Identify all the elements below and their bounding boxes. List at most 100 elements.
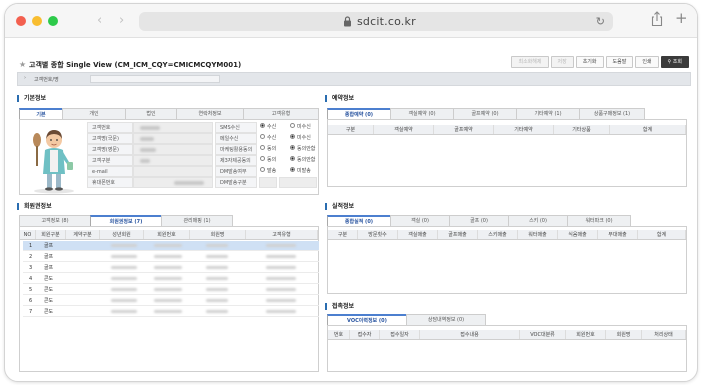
tab-personal[interactable]: 개인 — [62, 108, 126, 119]
tab-consultation-history[interactable]: 상담내역정보 (0) — [406, 314, 486, 325]
field-label: 고객명(국문) — [87, 133, 133, 144]
column-header[interactable]: 객실예약 — [374, 125, 434, 134]
tab-total-performance[interactable]: 종합실적 (0) — [327, 215, 391, 226]
tab-customer-type[interactable]: 고객유형 — [243, 108, 319, 119]
tab-customer-info[interactable]: 고객정보 (8) — [19, 215, 91, 226]
column-header[interactable]: 방문횟수 — [358, 230, 398, 239]
column-header[interactable]: 회원구분 — [36, 230, 66, 239]
reset-button[interactable]: 초기화 — [575, 56, 604, 68]
column-header[interactable]: 합계 — [638, 230, 686, 239]
reload-icon[interactable]: ↻ — [596, 15, 605, 28]
customer-type-cell — [248, 307, 320, 316]
column-header[interactable]: 부대매출 — [598, 230, 638, 239]
contract-type-cell — [69, 296, 103, 305]
close-window-button[interactable] — [16, 16, 26, 26]
column-header[interactable]: VOC대분류 — [520, 330, 566, 339]
column-header[interactable]: 접수일자 — [380, 330, 420, 339]
column-header[interactable]: 합계 — [610, 125, 686, 134]
column-header[interactable]: NO — [20, 230, 36, 239]
column-header[interactable]: 객실매출 — [398, 230, 438, 239]
column-header[interactable]: 식음매출 — [558, 230, 598, 239]
radio-option[interactable]: 동의 — [257, 144, 287, 155]
column-header[interactable]: 골프예약 — [434, 125, 494, 134]
column-header[interactable]: 회원명 — [190, 230, 246, 239]
restore-button[interactable]: 최소화해제 — [511, 56, 549, 68]
tab-voc-history[interactable]: VOC이력정보 (0) — [327, 314, 407, 325]
radio-option[interactable]: 발송 — [257, 166, 287, 177]
column-header[interactable]: 스키매출 — [478, 230, 518, 239]
tab-etc-reservation[interactable]: 기타예약 (1) — [516, 108, 580, 119]
field-customer-type: 고객구분 — [87, 155, 213, 166]
save-button[interactable]: 저장 — [550, 56, 574, 68]
search-button[interactable]: ⚲ 조회 — [660, 56, 689, 68]
radio-option-label: 수신 — [267, 124, 277, 130]
radio-option-label: 발송 — [267, 168, 277, 174]
column-header[interactable]: 골프매출 — [438, 230, 478, 239]
tab-corporate[interactable]: 법인 — [125, 108, 177, 119]
column-header[interactable]: 계약구분 — [66, 230, 100, 239]
tab-total-reservation[interactable]: 종합예약 (0) — [327, 108, 391, 119]
table-row[interactable]: 5 콘도 — [23, 285, 319, 295]
radio-option[interactable]: 수신 — [257, 122, 287, 133]
radio-option[interactable]: 동의안함 — [287, 144, 317, 155]
column-header[interactable]: 처리상태 — [642, 330, 686, 339]
address-bar[interactable]: sdcit.co.kr ↻ — [139, 12, 613, 31]
customer-no-value[interactable] — [133, 122, 213, 133]
column-header[interactable]: 기타상품 — [554, 125, 610, 134]
member-name-cell — [192, 285, 248, 294]
favorite-star-icon[interactable]: ★ — [19, 60, 26, 69]
tab-product-purchase[interactable]: 상품구매정보 (1) — [579, 108, 645, 119]
radio-option[interactable]: 동의 — [257, 155, 287, 166]
mobile-value[interactable] — [133, 177, 213, 188]
tab-basic[interactable]: 기본 — [19, 108, 63, 119]
column-header[interactable]: 구분 — [328, 230, 358, 239]
help-button[interactable]: 도움말 — [605, 56, 634, 68]
column-header[interactable]: 성년회원 — [100, 230, 144, 239]
radio-option[interactable]: 수신 — [257, 133, 287, 144]
tab-golf-reservation[interactable]: 골프예약 (0) — [453, 108, 517, 119]
table-row[interactable]: 4 콘도 — [23, 274, 319, 284]
tab-room-reservation[interactable]: 객실예약 (0) — [390, 108, 454, 119]
column-header[interactable]: 회원번호 — [566, 330, 606, 339]
dm-type-select[interactable] — [259, 177, 277, 188]
tab-membership-info[interactable]: 회원권정보 (7) — [90, 215, 162, 226]
dm-type-value[interactable] — [279, 177, 317, 188]
table-row[interactable]: 2 골프 — [23, 252, 319, 262]
column-header[interactable]: 회원번호 — [144, 230, 190, 239]
radio-option[interactable]: 미수신 — [287, 133, 317, 144]
field-label: e-mail — [87, 166, 133, 177]
print-button[interactable]: 인쇄 — [635, 56, 659, 68]
email-value[interactable] — [133, 166, 213, 177]
radio-option[interactable]: 미수신 — [287, 122, 317, 133]
tab-waterpark-performance[interactable]: 워터파크 (0) — [567, 215, 631, 226]
name-kr-value[interactable] — [133, 133, 213, 144]
table-row[interactable]: 1 골프 — [23, 241, 319, 251]
maximize-window-button[interactable] — [48, 16, 58, 26]
radio-option[interactable]: 미발송 — [287, 166, 317, 177]
radio-option[interactable]: 동의안함 — [287, 155, 317, 166]
customer-search-input[interactable] — [90, 75, 220, 83]
column-header[interactable]: 접수내용 — [420, 330, 520, 339]
minimize-window-button[interactable] — [32, 16, 42, 26]
tab-golf-performance[interactable]: 골프 (0) — [449, 215, 509, 226]
column-header[interactable]: 고객유형 — [246, 230, 318, 239]
column-header[interactable]: 구분 — [328, 125, 374, 134]
column-header[interactable]: 기타예약 — [494, 125, 554, 134]
chevron-left-icon[interactable]: ‹ — [97, 13, 102, 28]
name-en-value[interactable] — [133, 144, 213, 155]
column-header[interactable]: 회원명 — [606, 330, 642, 339]
table-row[interactable]: 6 콘도 — [23, 296, 319, 306]
new-tab-icon[interactable]: + — [675, 9, 688, 27]
chevron-right-icon[interactable]: › — [119, 13, 124, 28]
table-row[interactable]: 3 골프 — [23, 263, 319, 273]
tab-ski-performance[interactable]: 스키 (0) — [508, 215, 568, 226]
customer-type-value[interactable] — [133, 155, 213, 166]
tab-manager-mapping[interactable]: 관리매핑 (1) — [161, 215, 233, 226]
tab-room-performance[interactable]: 객실 (0) — [390, 215, 450, 226]
table-row[interactable]: 7 콘도 — [23, 307, 319, 317]
share-icon[interactable] — [651, 11, 663, 27]
column-header[interactable]: 접수자 — [350, 330, 380, 339]
column-header[interactable]: 번호 — [328, 330, 350, 339]
column-header[interactable]: 워터매출 — [518, 230, 558, 239]
tab-contact[interactable]: 연락처정보 — [176, 108, 244, 119]
